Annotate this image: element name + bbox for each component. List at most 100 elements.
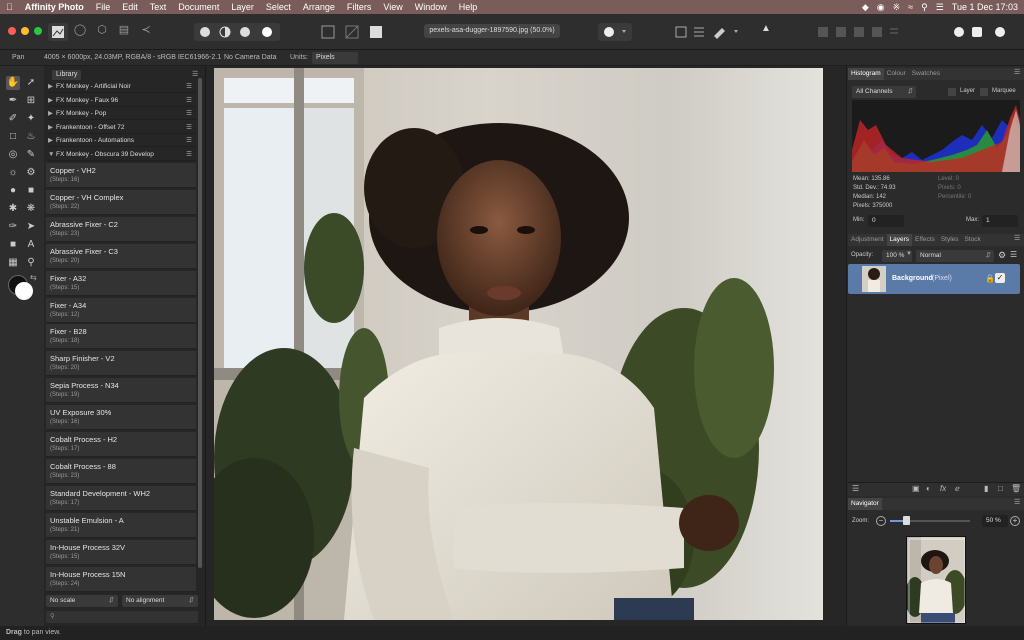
app-menu[interactable]: Affinity Photo: [19, 2, 90, 12]
delete-layer-trash-icon[interactable]: 🗑: [1011, 484, 1021, 493]
library-search-input[interactable]: ⚲: [46, 611, 198, 623]
alignment-select[interactable]: No alignment ⇵: [122, 595, 198, 607]
fx-icon[interactable]: fx: [940, 484, 946, 493]
menu-window[interactable]: Window: [409, 2, 453, 12]
scale-select[interactable]: No scale ⇵: [46, 595, 118, 607]
max-input[interactable]: 1: [982, 215, 1018, 227]
menu-layer[interactable]: Layer: [225, 2, 260, 12]
tab-adjustment[interactable]: Adjustment: [848, 234, 887, 246]
layers-stack-icon[interactable]: ☰: [852, 484, 859, 493]
pen-tool-icon[interactable]: ✑: [6, 220, 20, 234]
lock-icon[interactable]: 🔒: [985, 274, 995, 283]
menu-help[interactable]: Help: [453, 2, 484, 12]
library-category[interactable]: ▶ FX Monkey - Pop ☰: [48, 107, 196, 120]
bluetooth-icon[interactable]: ※: [893, 2, 901, 13]
rectangle-tool-icon[interactable]: ■: [6, 238, 20, 252]
tab-stock[interactable]: Stock: [962, 234, 984, 246]
layer-visibility-checkbox[interactable]: ✓: [995, 273, 1005, 283]
live-filter-icon[interactable]: ℯ: [955, 484, 960, 493]
mask-layer-icon[interactable]: ▣: [912, 484, 920, 493]
macro-item[interactable]: Fixer - B28 (Steps: 18): [46, 324, 196, 350]
macro-item[interactable]: Sepia Process - N34 (Steps: 19): [46, 378, 196, 404]
blend-mode-select[interactable]: Normal ⇵: [916, 250, 994, 262]
inpainting-tool-icon[interactable]: ❋: [24, 202, 38, 216]
control-center-icon[interactable]: ☰: [936, 2, 944, 13]
gradient-tool-icon[interactable]: ◎: [6, 148, 20, 162]
menu-edit[interactable]: Edit: [116, 2, 144, 12]
zoom-in-icon[interactable]: +: [1010, 516, 1020, 526]
category-menu-icon[interactable]: ☰: [186, 107, 192, 120]
menu-view[interactable]: View: [377, 2, 408, 12]
colour-picker-icon[interactable]: ✒: [6, 94, 20, 108]
macro-item[interactable]: Fixer - A34 (Steps: 12): [46, 297, 196, 323]
chevron-down-icon[interactable]: ▼: [906, 251, 912, 257]
menu-document[interactable]: Document: [172, 2, 225, 12]
tab-styles[interactable]: Styles: [938, 234, 962, 246]
macro-item[interactable]: UV Exposure 30% (Steps: 16): [46, 405, 196, 431]
photo-persona-button[interactable]: [48, 23, 68, 41]
document-image[interactable]: [214, 68, 823, 620]
node-tool-icon[interactable]: ➤: [24, 220, 38, 234]
selection-brush-icon[interactable]: ✐: [6, 112, 20, 126]
panel-menu-icon[interactable]: ☰: [1014, 498, 1020, 506]
tone-mapping-persona-icon[interactable]: ▤: [116, 23, 132, 41]
menu-text[interactable]: Text: [144, 2, 173, 12]
layer-settings-gear-icon[interactable]: ⚙: [998, 250, 1006, 261]
menu-select[interactable]: Select: [260, 2, 297, 12]
library-scrollbar[interactable]: [198, 78, 202, 568]
macro-item[interactable]: Cobalt Process - H2 (Steps: 17): [46, 432, 196, 457]
text-tool-icon[interactable]: A: [24, 238, 38, 252]
macro-item[interactable]: Abrassive Fixer - C3 (Steps: 20): [46, 243, 196, 269]
zoom-input[interactable]: 50 %: [982, 515, 1008, 527]
view-tool-hand-icon[interactable]: ✋: [6, 76, 20, 90]
category-menu-icon[interactable]: ☰: [186, 94, 192, 107]
macro-item[interactable]: Sharp Finisher - V2 (Steps: 20): [46, 351, 196, 377]
macro-item[interactable]: In-House Process 32V (Steps: 15): [46, 539, 196, 565]
tab-layers[interactable]: Layers: [886, 234, 913, 246]
macro-item[interactable]: Copper - VH Complex (Steps: 22): [46, 189, 196, 215]
menu-file[interactable]: File: [90, 2, 117, 12]
macro-item[interactable]: Fixer - A32 (Steps: 15): [46, 270, 196, 296]
dropbox-icon[interactable]: ◆: [862, 2, 869, 13]
panel-menu-icon[interactable]: ☰: [1014, 234, 1020, 242]
layer-checkbox[interactable]: [948, 88, 956, 96]
assistant-icon[interactable]: ▲: [758, 23, 774, 41]
tab-swatches[interactable]: Swatches: [909, 68, 943, 80]
swap-colours-icon[interactable]: ⇆: [30, 273, 37, 282]
clone-tool-icon[interactable]: ⚙: [24, 166, 38, 180]
zoom-tool-icon[interactable]: ⚲: [24, 256, 38, 270]
quick-mask-dropdown[interactable]: [598, 23, 632, 41]
close-window-button[interactable]: [8, 27, 16, 35]
blur-tool-icon[interactable]: ●: [6, 184, 20, 198]
macro-item[interactable]: Abrassive Fixer - C2 (Steps: 23): [46, 216, 196, 242]
paint-brush-icon[interactable]: ✎: [24, 148, 38, 162]
stamp-tool-icon[interactable]: ■: [24, 184, 38, 198]
macro-item[interactable]: Standard Development - WH2 (Steps: 17): [46, 485, 196, 511]
library-category[interactable]: ▶ FX Monkey - Faux 96 ☰: [48, 94, 196, 107]
tab-effects[interactable]: Effects: [912, 234, 938, 246]
zoom-out-icon[interactable]: −: [876, 516, 886, 526]
move-tool-icon[interactable]: ➚: [24, 76, 38, 90]
panel-menu-icon[interactable]: ☰: [1014, 68, 1020, 76]
units-select[interactable]: Pixels: [312, 52, 358, 64]
category-menu-icon[interactable]: ☰: [186, 134, 192, 147]
wifi-icon[interactable]: ≈: [908, 2, 913, 12]
category-menu-icon[interactable]: ☰: [186, 80, 192, 93]
macro-item[interactable]: Unstable Emulsion - A (Steps: 21): [46, 512, 196, 538]
tab-library[interactable]: Library: [52, 70, 82, 80]
dodge-tool-icon[interactable]: ☼: [6, 166, 20, 180]
channels-select[interactable]: All Channels ⇵: [852, 86, 916, 98]
zoom-slider-handle[interactable]: [903, 516, 910, 525]
menu-filters[interactable]: Filters: [341, 2, 378, 12]
develop-persona-icon[interactable]: ⬡: [94, 23, 110, 41]
marquee-checkbox[interactable]: [980, 88, 988, 96]
panel-menu-icon[interactable]: ☰: [1010, 250, 1017, 259]
macro-item[interactable]: In-House Process 15N (Steps: 24): [46, 566, 196, 592]
group-layers-icon[interactable]: ▮: [984, 484, 988, 493]
tab-colour[interactable]: Colour: [884, 68, 909, 80]
status-icon[interactable]: ◉: [877, 2, 885, 13]
tab-navigator[interactable]: Navigator: [848, 498, 882, 510]
export-persona-icon[interactable]: ≺: [138, 23, 154, 41]
flood-select-icon[interactable]: ✦: [24, 112, 38, 126]
document-title[interactable]: pexels-asa-dugger-1897590.jpg (50.0%): [424, 24, 560, 38]
